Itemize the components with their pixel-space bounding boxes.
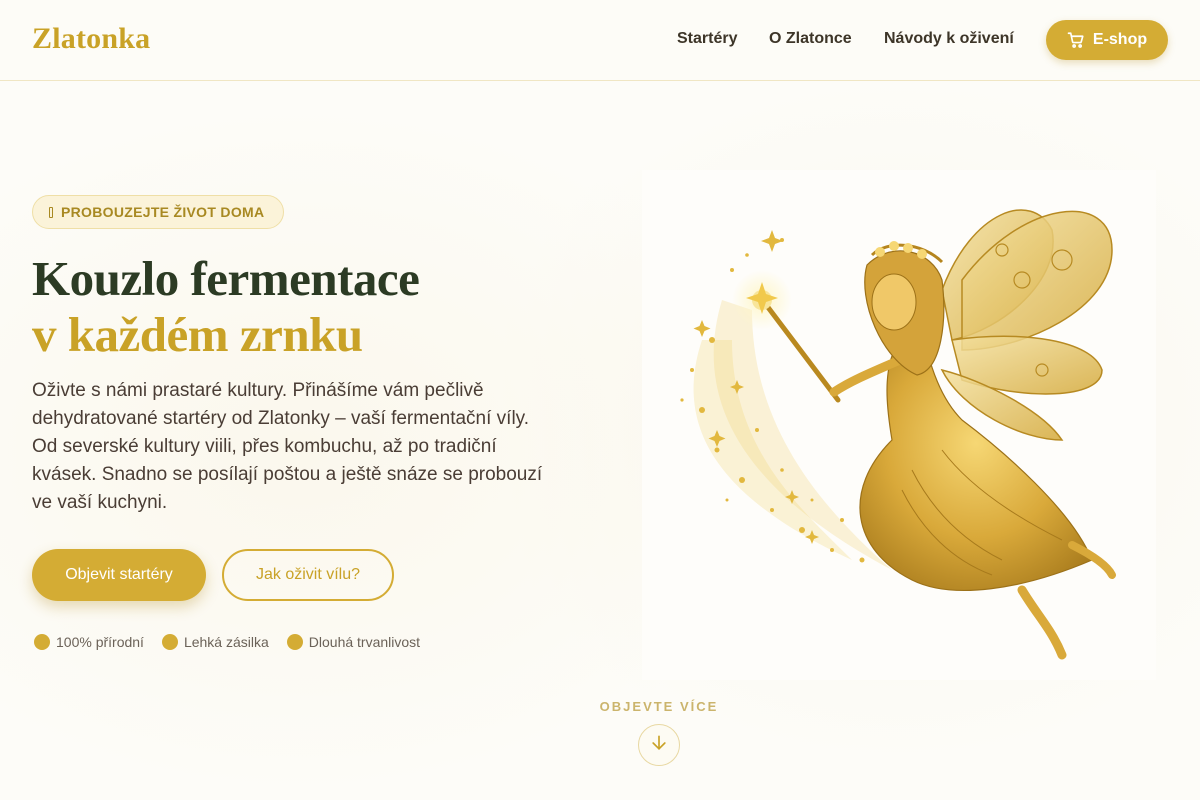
feature-label: Dlouhá trvanlivost [308,634,421,650]
arrow-down-icon [649,733,669,758]
hero-title-line2: v každém zrnku [32,307,363,362]
nav-link-navody[interactable]: Návody k oživení [884,30,1014,48]
feature-label: 100% přírodní [56,634,144,650]
hero-badge-label: PROBOUZEJTE ŽIVOT DOMA [61,204,265,220]
sparkle-trail [680,230,892,570]
feature-label: Lehká zásilka [183,634,269,650]
nav-link-o-zlatonce[interactable]: O Zlatonce [769,30,852,48]
hero-description: Oživte s námi prastaré kultury. Přináším… [32,380,543,513]
feature-list: 100% přírodní Lehká zásilka Dlouhá trvan… [34,634,420,650]
feature-item: 100% přírodní [34,634,144,650]
jar-icon [49,206,53,218]
hero-title-line1: Kouzlo fermentace [32,251,420,306]
eshop-button[interactable]: E-shop [1046,20,1168,60]
scroll-label: OBJEVTE VÍCE [599,699,719,714]
discover-starters-button[interactable]: Objevit startéry [32,549,206,601]
feature-dot-icon [286,634,303,650]
wings [940,209,1113,441]
scroll-down-button[interactable] [638,724,680,766]
feature-item: Lehká zásilka [161,634,269,650]
golden-fairy-illustration [642,170,1156,680]
hero-badge: PROBOUZEJTE ŽIVOT DOMA [32,195,284,229]
feature-dot-icon [34,634,50,650]
how-to-revive-button[interactable]: Jak oživit vílu? [222,549,394,601]
nav-link-startery[interactable]: Startéry [677,30,737,48]
eshop-label: E-shop [1092,31,1148,48]
site-header: Zlatonka Startéry O Zlatonce Návody k ož… [0,0,1200,81]
fairy-head [864,241,945,376]
cart-icon [1067,31,1085,49]
feature-item: Dlouhá trvanlivost [286,634,421,650]
feature-dot-icon [161,634,178,650]
logo[interactable]: Zlatonka [32,22,150,56]
